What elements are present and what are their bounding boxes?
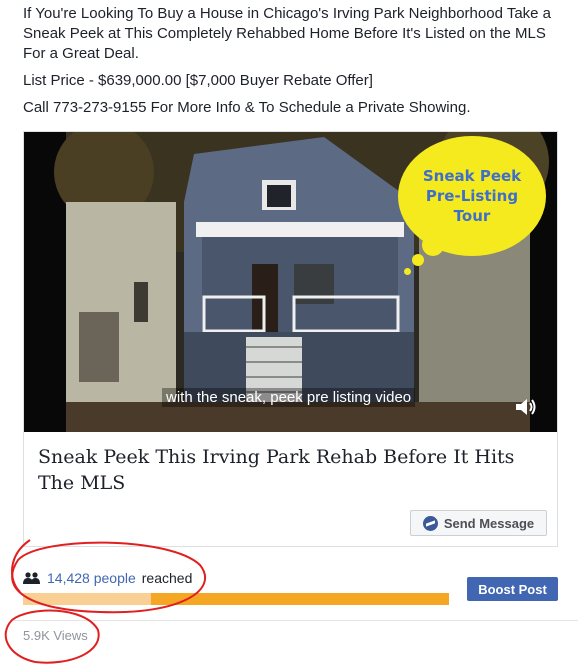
- link-card[interactable]: Sneak Peek Pre-Listing Tour with the sne…: [23, 131, 558, 547]
- messenger-icon: [422, 515, 438, 531]
- reach-progress-bar: [23, 593, 449, 605]
- post-contact: Call 773-273-9155 For More Info & To Sch…: [23, 99, 471, 116]
- bubble-dot: [412, 254, 424, 266]
- video-caption: with the sneak, peek pre listing video: [162, 388, 416, 407]
- people-icon: [23, 572, 40, 584]
- reach-suffix: reached: [141, 570, 193, 586]
- post-price: List Price - $639,000.00 [$7,000 Buyer R…: [23, 72, 373, 89]
- bubble-dot: [404, 268, 411, 275]
- send-message-label: Send Message: [443, 515, 535, 531]
- link-title[interactable]: Sneak Peek This Irving Park Rehab Before…: [38, 444, 543, 496]
- promo-bubble-text: Sneak Peek Pre-Listing Tour: [422, 167, 522, 225]
- post-text: If You're Looking To Buy a House in Chic…: [23, 4, 553, 125]
- volume-icon[interactable]: [514, 396, 538, 418]
- reach-summary: 14,428 people reached: [23, 570, 192, 586]
- promo-bubble-cloud: Sneak Peek Pre-Listing Tour: [398, 136, 546, 256]
- views-count: 5.9K Views: [23, 628, 88, 643]
- send-message-button[interactable]: Send Message: [410, 510, 547, 536]
- video-player[interactable]: Sneak Peek Pre-Listing Tour with the sne…: [24, 132, 557, 432]
- post-description: If You're Looking To Buy a House in Chic…: [23, 5, 552, 62]
- promo-bubble: Sneak Peek Pre-Listing Tour: [392, 136, 552, 286]
- reach-count-link[interactable]: 14,428 people: [47, 570, 136, 586]
- divider: [12, 620, 578, 621]
- reach-progress-fill: [23, 593, 151, 605]
- bubble-dot: [422, 234, 444, 256]
- boost-post-button[interactable]: Boost Post: [467, 577, 558, 601]
